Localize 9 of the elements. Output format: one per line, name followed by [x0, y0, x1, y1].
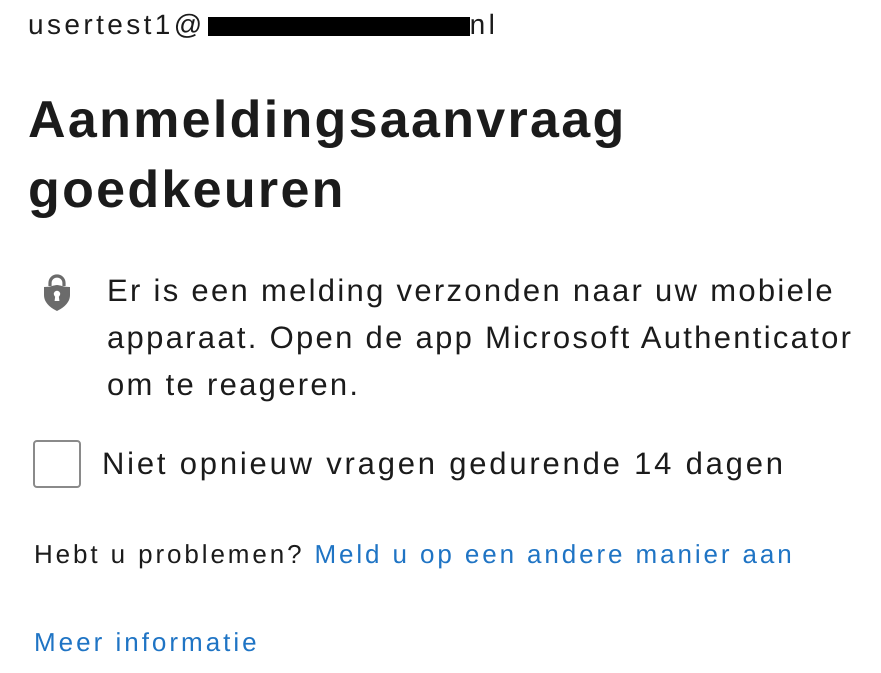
page-title: Aanmeldingsaanvraag goedkeuren: [28, 90, 628, 221]
more-info-link[interactable]: Meer informatie: [34, 626, 260, 658]
account-email-start: usertest1@: [28, 8, 206, 42]
account-email-end: nl: [470, 8, 498, 42]
notification-message: Er is een melding verzonden naar uw mobiele apparaat. Open de app Microsoft Authenticator om te reageren.: [107, 272, 854, 404]
sign-in-other-way-link[interactable]: Meld u op een andere manier aan: [314, 538, 795, 570]
remember-checkbox[interactable]: [33, 440, 81, 488]
help-prompt: Hebt u problemen?: [34, 538, 304, 570]
remember-label: Niet opnieuw vragen gedurende 14 dagen: [102, 445, 786, 483]
